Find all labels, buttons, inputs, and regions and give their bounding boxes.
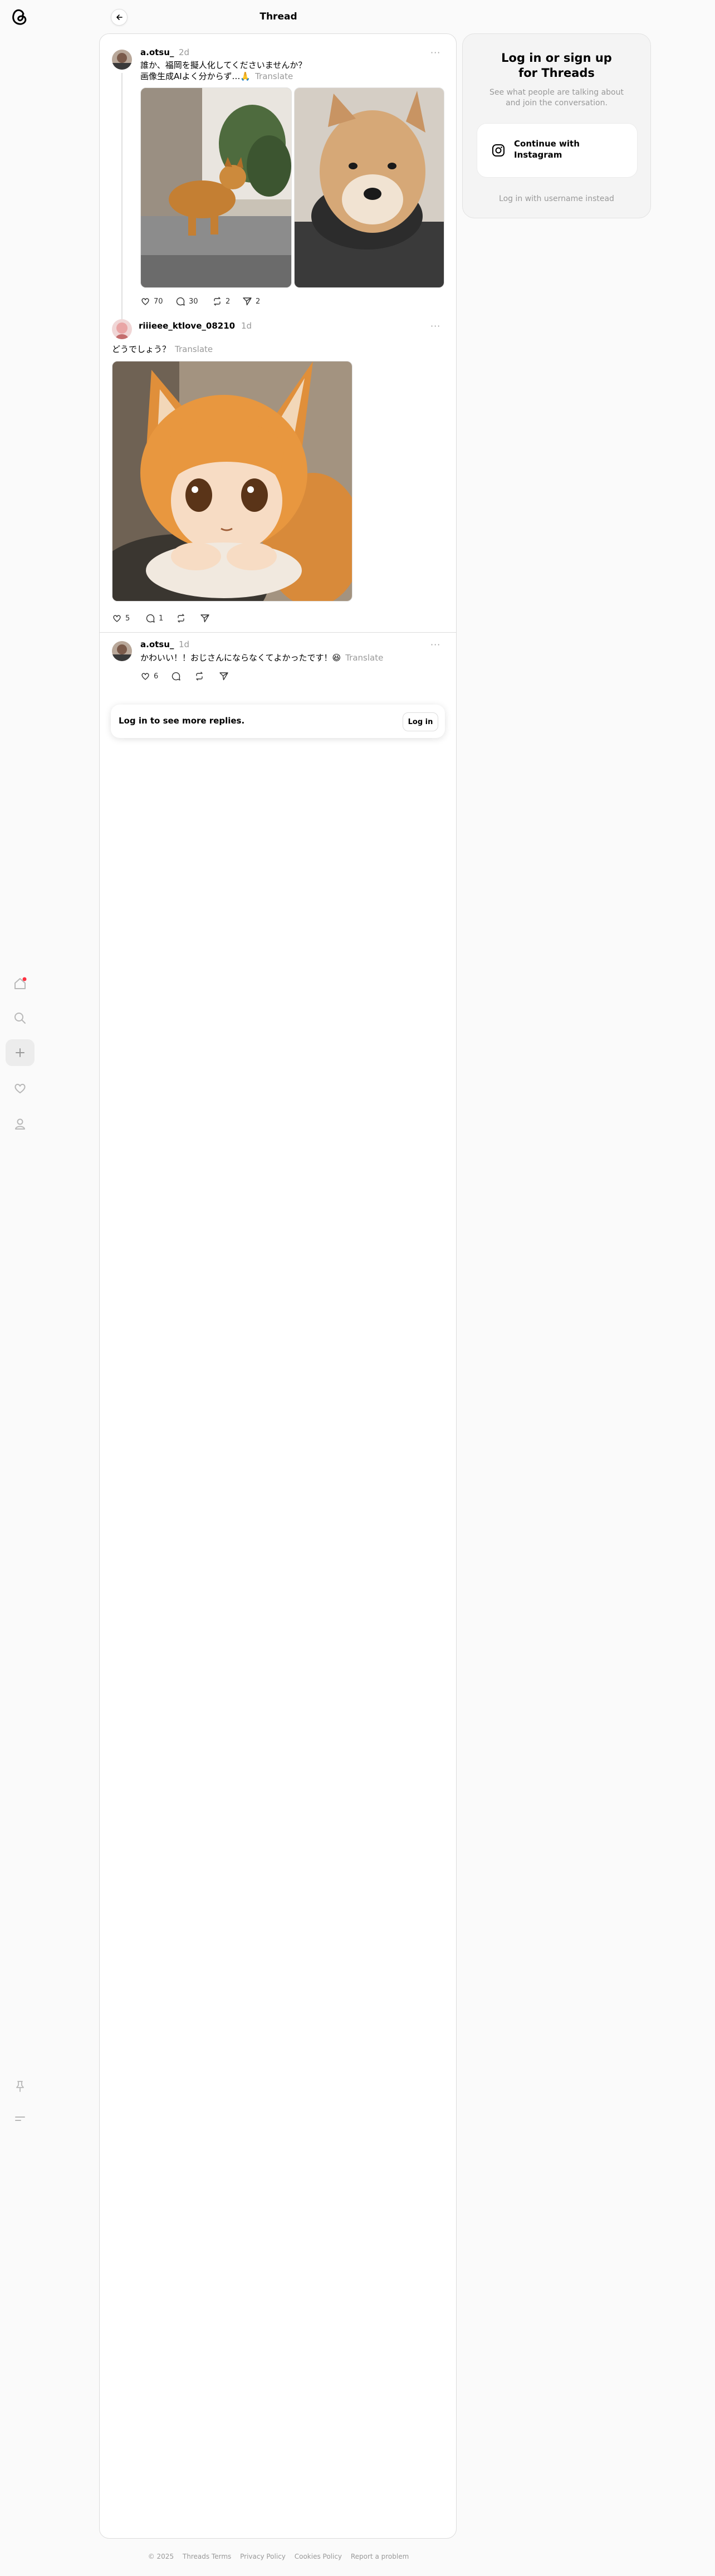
nav-pin[interactable] bbox=[6, 2073, 35, 2100]
post-text-line2: 画像生成AIよく分からず…🙏 bbox=[140, 71, 251, 81]
repost-button[interactable] bbox=[176, 613, 186, 623]
thread-line bbox=[121, 73, 123, 329]
shiba-photo-2[interactable] bbox=[294, 87, 444, 288]
reply-text: どうでしょう？ bbox=[112, 344, 171, 354]
repost-button[interactable]: 2 bbox=[212, 296, 230, 306]
heart-icon bbox=[14, 1083, 26, 1093]
login-panel-title: Log in or sign up for Threads bbox=[463, 51, 650, 81]
reply-time: 1d bbox=[179, 639, 190, 649]
footer-privacy-link[interactable]: Privacy Policy bbox=[240, 2553, 286, 2560]
comment-icon bbox=[176, 297, 185, 306]
login-panel-subtitle: See what people are talking about and jo… bbox=[463, 87, 650, 109]
nav-search[interactable] bbox=[6, 1005, 35, 1032]
home-icon bbox=[14, 977, 27, 989]
instagram-icon bbox=[492, 144, 505, 159]
repost-icon bbox=[178, 614, 184, 623]
like-count: 5 bbox=[125, 614, 130, 623]
share-button[interactable]: 2 bbox=[242, 296, 260, 306]
reply-time: 1d bbox=[241, 321, 252, 331]
post-username[interactable]: a.otsu_ bbox=[140, 47, 174, 57]
like-button[interactable]: 70 bbox=[140, 296, 163, 306]
heart-icon bbox=[141, 298, 149, 305]
reply-count: 30 bbox=[189, 297, 198, 306]
repost-count: 2 bbox=[226, 297, 231, 306]
share-button[interactable] bbox=[200, 613, 210, 623]
more-options-icon[interactable]: ··· bbox=[430, 47, 440, 58]
comment-icon bbox=[146, 614, 155, 623]
login-subtitle-line1: See what people are talking about bbox=[489, 88, 624, 97]
anime-fox-image[interactable] bbox=[112, 361, 352, 602]
thread-card: a.otsu_ 2d ··· 誰か、福岡を擬人化してくださいませんか？ 画像生成… bbox=[99, 33, 457, 2539]
continue-with-instagram-button[interactable]: Continue with Instagram bbox=[477, 123, 638, 178]
login-button[interactable]: Log in bbox=[403, 712, 438, 731]
translate-link[interactable]: Translate bbox=[175, 344, 213, 354]
divider bbox=[100, 632, 456, 633]
repost-button[interactable] bbox=[194, 671, 204, 681]
login-title-line2: for Threads bbox=[518, 66, 595, 80]
send-icon bbox=[219, 672, 228, 681]
share-count: 2 bbox=[256, 297, 261, 306]
menu-icon bbox=[15, 2116, 25, 2121]
search-icon bbox=[14, 1013, 26, 1024]
post-text-line2-wrap: 画像生成AIよく分からず…🙏 Translate bbox=[140, 71, 293, 82]
nav-home[interactable] bbox=[6, 970, 35, 997]
heart-icon bbox=[141, 673, 149, 680]
login-with-username-link[interactable]: Log in with username instead bbox=[463, 194, 650, 203]
comment-icon bbox=[172, 672, 180, 681]
see-more-replies-text: Log in to see more replies. bbox=[119, 716, 245, 726]
reply-count: 1 bbox=[159, 614, 164, 623]
ig-label-line1: Continue with bbox=[514, 139, 580, 149]
translate-link[interactable]: Translate bbox=[255, 71, 293, 81]
nav-menu[interactable] bbox=[6, 2105, 35, 2132]
footer-copyright: © 2025 bbox=[148, 2553, 174, 2560]
profile-icon bbox=[15, 1118, 25, 1130]
footer-report-link[interactable]: Report a problem bbox=[351, 2553, 409, 2560]
footer: © 2025 Threads Terms Privacy Policy Cook… bbox=[0, 2553, 557, 2560]
plus-icon bbox=[16, 1048, 25, 1057]
like-button[interactable]: 5 bbox=[112, 613, 130, 623]
shiba-photo-1[interactable] bbox=[140, 87, 292, 288]
login-subtitle-line2: and join the conversation. bbox=[506, 99, 608, 107]
reply-text-wrap: かわいい！！おじさんにならなくてよかったです！😆 Translate bbox=[140, 652, 383, 663]
reply-button[interactable]: 1 bbox=[145, 613, 163, 623]
post-time: 2d bbox=[179, 47, 190, 57]
avatar[interactable] bbox=[112, 641, 132, 661]
login-title-line1: Log in or sign up bbox=[501, 51, 612, 65]
send-icon bbox=[200, 614, 209, 623]
avatar[interactable] bbox=[112, 319, 132, 339]
share-button[interactable] bbox=[219, 671, 229, 681]
login-panel: Log in or sign up for Threads See what p… bbox=[462, 33, 651, 218]
reply-button[interactable]: 30 bbox=[175, 296, 198, 306]
see-more-replies-bar: Log in to see more replies. Log in bbox=[111, 705, 445, 738]
heart-icon bbox=[113, 615, 121, 622]
nav-profile[interactable] bbox=[6, 1111, 35, 1137]
like-count: 70 bbox=[154, 297, 163, 306]
instagram-button-label: Continue with Instagram bbox=[514, 138, 580, 160]
nav-create[interactable] bbox=[6, 1039, 35, 1066]
footer-cookies-link[interactable]: Cookies Policy bbox=[295, 2553, 342, 2560]
footer-terms-link[interactable]: Threads Terms bbox=[183, 2553, 231, 2560]
send-icon bbox=[243, 297, 252, 306]
avatar[interactable] bbox=[112, 50, 132, 70]
reply-username[interactable]: riiieee_ktlove_08210 bbox=[139, 321, 235, 331]
nav-activity[interactable] bbox=[6, 1075, 35, 1102]
repost-icon bbox=[196, 672, 203, 681]
repost-icon bbox=[214, 297, 221, 306]
page-title: Thread bbox=[259, 11, 297, 22]
more-options-icon[interactable]: ··· bbox=[430, 321, 440, 331]
pin-icon bbox=[16, 2081, 24, 2092]
more-options-icon[interactable]: ··· bbox=[430, 639, 440, 650]
like-button[interactable]: 6 bbox=[140, 671, 158, 681]
reply-button[interactable] bbox=[171, 671, 181, 681]
reply-text: かわいい！！おじさんにならなくてよかったです！😆 bbox=[140, 653, 341, 663]
like-count: 6 bbox=[154, 672, 159, 681]
reply-text-wrap: どうでしょう？ Translate bbox=[112, 344, 213, 355]
reply-username[interactable]: a.otsu_ bbox=[140, 639, 174, 649]
post-text-line1: 誰か、福岡を擬人化してくださいませんか？ bbox=[140, 60, 307, 70]
translate-link[interactable]: Translate bbox=[345, 653, 383, 663]
ig-label-line2: Instagram bbox=[514, 150, 562, 160]
